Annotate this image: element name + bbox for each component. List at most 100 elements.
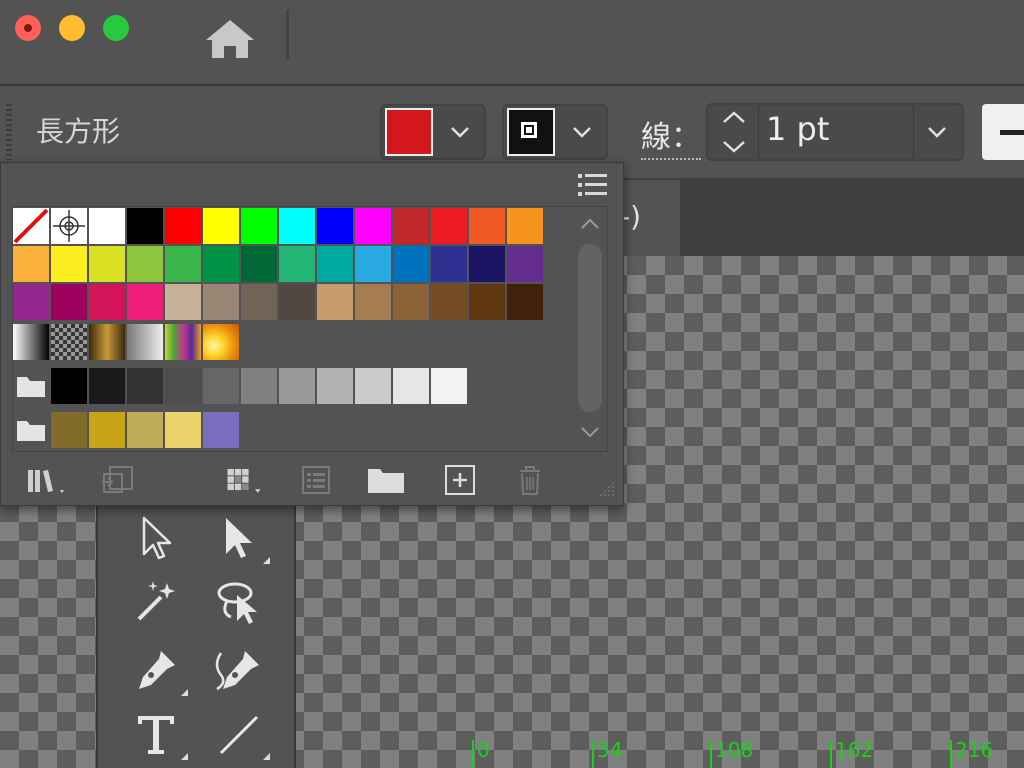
place-swatches-icon[interactable]: [96, 460, 140, 500]
scroll-thumb[interactable]: [578, 244, 602, 412]
color-swatch[interactable]: [355, 208, 391, 244]
swatch-options-icon[interactable]: [294, 460, 338, 500]
new-color-group-icon[interactable]: [364, 460, 408, 500]
lasso-tool-icon[interactable]: [206, 572, 270, 632]
type-tool-icon[interactable]: [124, 704, 188, 764]
panel-menu-icon[interactable]: [576, 170, 610, 200]
color-swatch[interactable]: [355, 368, 391, 404]
stroke-color-swatch[interactable]: [507, 108, 555, 156]
color-swatch[interactable]: [127, 246, 163, 282]
swatch-list-scrollbar[interactable]: [574, 208, 606, 450]
registration-swatch[interactable]: [51, 208, 87, 244]
new-swatch-icon[interactable]: [438, 460, 482, 500]
color-swatch[interactable]: [279, 284, 315, 320]
control-bar-grip[interactable]: [6, 104, 12, 160]
color-swatch[interactable]: [279, 208, 315, 244]
color-swatch[interactable]: [431, 208, 467, 244]
color-swatch[interactable]: [51, 284, 87, 320]
color-swatch[interactable]: [393, 208, 429, 244]
stroke-weight-stepper-icon[interactable]: [712, 106, 756, 158]
pen-tool-icon[interactable]: [124, 640, 188, 700]
color-group-folder-icon[interactable]: [13, 368, 49, 404]
color-swatch[interactable]: [89, 246, 125, 282]
stroke-weight-dropdown-chevron-icon[interactable]: [914, 106, 960, 158]
scroll-up-chevron-icon[interactable]: [580, 218, 600, 230]
color-swatch[interactable]: [393, 284, 429, 320]
color-swatch[interactable]: [51, 368, 87, 404]
color-swatch[interactable]: [89, 412, 125, 448]
color-swatch[interactable]: [469, 284, 505, 320]
color-swatch[interactable]: [241, 368, 277, 404]
color-group-folder-icon[interactable]: [13, 412, 49, 448]
color-swatch[interactable]: [13, 246, 49, 282]
color-swatch[interactable]: [203, 284, 239, 320]
line-segment-tool-icon[interactable]: [206, 704, 270, 764]
color-swatch[interactable]: [507, 246, 543, 282]
color-swatch[interactable]: [165, 368, 201, 404]
color-swatch[interactable]: [89, 284, 125, 320]
gradient-swatch[interactable]: [89, 324, 125, 360]
color-swatch[interactable]: [89, 368, 125, 404]
color-swatch[interactable]: [51, 412, 87, 448]
pattern-swatch[interactable]: [203, 324, 239, 360]
color-swatch[interactable]: [127, 368, 163, 404]
color-swatch[interactable]: [431, 284, 467, 320]
stroke-weight-input[interactable]: 1 pt: [766, 110, 906, 154]
color-swatch[interactable]: [51, 246, 87, 282]
fill-color-swatch[interactable]: [385, 108, 433, 156]
color-swatch[interactable]: [165, 284, 201, 320]
direct-selection-tool-icon[interactable]: [206, 508, 270, 568]
color-swatch[interactable]: [241, 246, 277, 282]
scroll-down-chevron-icon[interactable]: [580, 426, 600, 438]
color-swatch[interactable]: [317, 208, 353, 244]
color-swatch[interactable]: [507, 284, 543, 320]
color-swatch[interactable]: [317, 284, 353, 320]
color-swatch[interactable]: [203, 208, 239, 244]
selection-tool-icon[interactable]: [124, 508, 188, 568]
swatch-kind-icon[interactable]: [222, 460, 266, 500]
gradient-swatch[interactable]: [13, 324, 49, 360]
gradient-swatch[interactable]: [51, 324, 87, 360]
close-window-button[interactable]: [15, 15, 41, 41]
color-swatch[interactable]: [89, 208, 125, 244]
color-swatch[interactable]: [431, 368, 467, 404]
color-swatch[interactable]: [165, 412, 201, 448]
panel-resize-grip-icon[interactable]: [594, 478, 616, 500]
home-icon[interactable]: [204, 18, 256, 60]
color-swatch[interactable]: [393, 368, 429, 404]
color-swatch[interactable]: [241, 208, 277, 244]
gradient-swatch[interactable]: [165, 324, 201, 360]
color-swatch[interactable]: [203, 412, 239, 448]
curvature-tool-icon[interactable]: [206, 640, 270, 700]
color-swatch[interactable]: [317, 246, 353, 282]
color-swatch[interactable]: [317, 368, 353, 404]
fill-dropdown-chevron-icon[interactable]: [438, 106, 482, 158]
color-swatch[interactable]: [279, 246, 315, 282]
color-swatch[interactable]: [431, 246, 467, 282]
swatch-libraries-icon[interactable]: [24, 460, 68, 500]
color-swatch[interactable]: [241, 284, 277, 320]
color-swatch[interactable]: [507, 208, 543, 244]
color-swatch[interactable]: [393, 246, 429, 282]
color-swatch[interactable]: [469, 246, 505, 282]
stroke-label[interactable]: 線：: [641, 112, 701, 160]
brush-definition-button[interactable]: [982, 104, 1024, 160]
maximize-window-button[interactable]: [103, 15, 129, 41]
color-swatch[interactable]: [165, 246, 201, 282]
color-swatch[interactable]: [203, 246, 239, 282]
color-swatch[interactable]: [469, 208, 505, 244]
delete-swatch-icon[interactable]: [508, 460, 552, 500]
minimize-window-button[interactable]: [59, 15, 85, 41]
color-swatch[interactable]: [279, 368, 315, 404]
magic-wand-tool-icon[interactable]: [124, 572, 188, 632]
color-swatch[interactable]: [355, 246, 391, 282]
color-swatch[interactable]: [127, 412, 163, 448]
color-swatch[interactable]: [13, 284, 49, 320]
color-swatch[interactable]: [203, 368, 239, 404]
color-swatch[interactable]: [127, 284, 163, 320]
stroke-dropdown-chevron-icon[interactable]: [560, 106, 604, 158]
color-swatch[interactable]: [127, 208, 163, 244]
color-swatch[interactable]: [165, 208, 201, 244]
color-swatch[interactable]: [355, 284, 391, 320]
none-swatch[interactable]: [13, 208, 49, 244]
